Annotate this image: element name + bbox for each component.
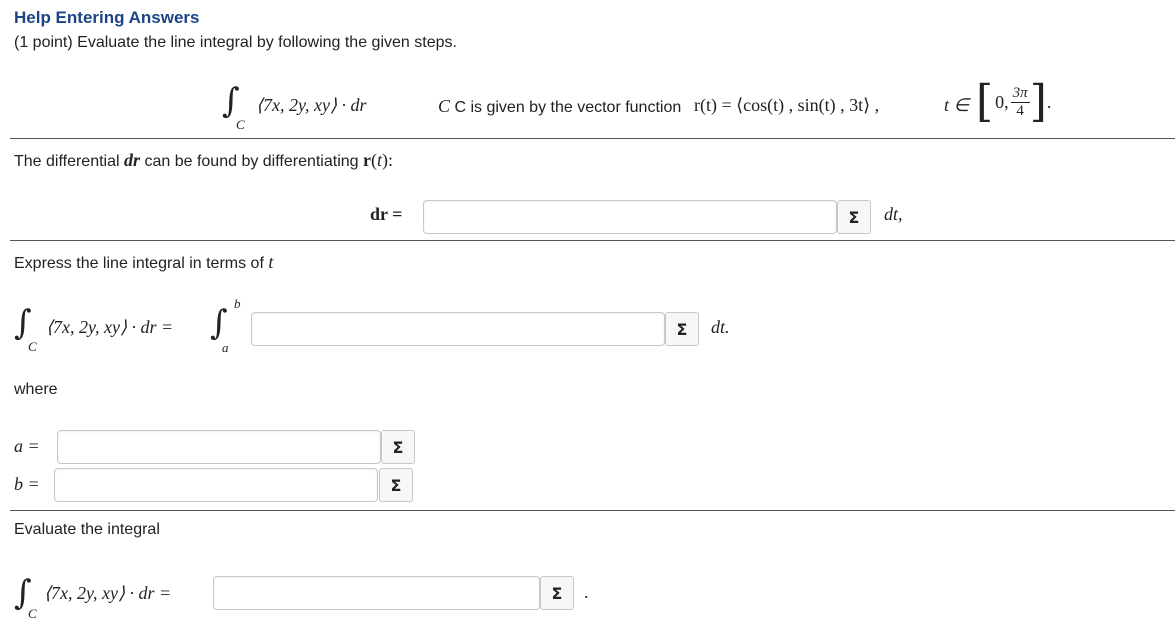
problem-integrand: ⟨7x, 2y, xy⟩ · dr [256,95,367,115]
interval-fraction: 3π 4 [1010,85,1030,119]
where-label: where [14,381,58,398]
step3-instruction: Evaluate the integral [14,521,160,538]
upper-limit-b: b [234,296,241,311]
help-entering-answers-link[interactable]: Help Entering Answers [14,8,199,28]
a-label: a = [14,436,40,456]
divider [10,240,1175,241]
integral-subscript: C [236,117,245,132]
divider [10,138,1175,139]
vector-function: r(t) = ⟨cos(t) , sin(t) , 3t⟩ , [694,95,880,115]
integral-sign: ∫ [14,303,32,343]
definite-integral-sign: ∫ [210,303,228,343]
b-answer-input[interactable] [54,468,378,502]
sigma-equation-button[interactable]: Σ [381,430,415,464]
dr-answer-input[interactable] [423,200,837,234]
integral-subscript: C [28,339,37,354]
integral-subscript: C [28,606,37,621]
step2-instruction: Express the line integral in terms of t [14,252,274,272]
interval: [ 0, 3π 4 ] . [976,76,1052,127]
integrand-answer-input[interactable] [251,312,665,346]
step3-lhs: ⟨7x, 2y, xy⟩ · dr = [44,583,172,603]
problem-statement: (1 point) Evaluate the line integral by … [14,34,457,51]
lower-limit-a: a [222,340,229,355]
final-answer-input[interactable] [213,576,540,610]
dt-suffix: dt. [711,317,730,337]
curve-description: C C is given by the vector function [438,96,682,116]
integral-sign: ∫ [222,81,240,121]
period: . [584,582,589,602]
integral-sign: ∫ [14,573,32,613]
sigma-equation-button[interactable]: Σ [837,200,871,234]
sigma-equation-button[interactable]: Σ [379,468,413,502]
t-in-symbol: t ∈ [944,95,970,115]
dr-label: dr = [370,204,403,224]
sigma-equation-button[interactable]: Σ [540,576,574,610]
b-label: b = [14,474,40,494]
dt-suffix: dt, [884,204,903,224]
step2-lhs: ⟨7x, 2y, xy⟩ · dr = [46,317,174,337]
step1-instruction: The differential dr can be found by diff… [14,150,394,170]
divider [10,510,1175,511]
a-answer-input[interactable] [57,430,381,464]
sigma-equation-button[interactable]: Σ [665,312,699,346]
